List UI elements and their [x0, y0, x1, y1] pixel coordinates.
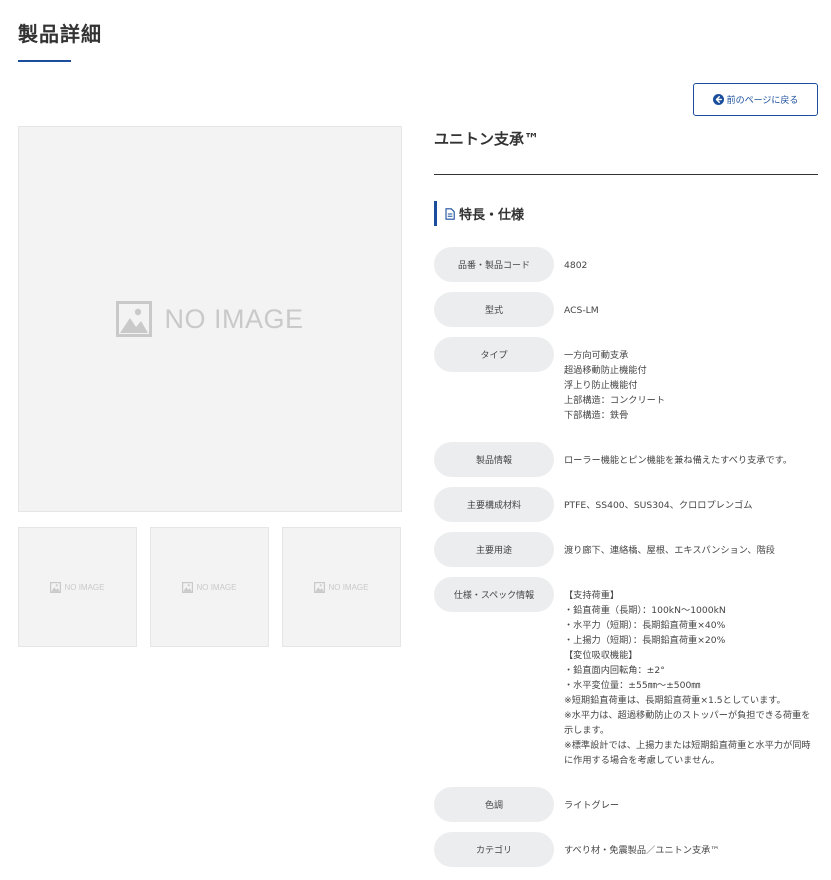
spec-row-model: 型式 ACS-LM: [434, 292, 818, 327]
document-icon: [445, 207, 455, 220]
image-placeholder-icon: [314, 581, 326, 593]
spec-value: 一方向可動支承 超過移動防止機能付 浮上り防止機能付 上部構造：コンクリート 下…: [564, 350, 666, 421]
spec-row-applications: 主要用途 渡り廊下、連絡橋、屋根、エキスパンション、階段: [434, 532, 818, 567]
spec-row-materials: 主要構成材料 PTFE、SS400、SUS304、クロロプレンゴム: [434, 487, 818, 522]
back-button[interactable]: 前のページに戻る: [693, 83, 818, 116]
spec-label: 主要構成材料: [434, 487, 554, 522]
spec-label: タイプ: [434, 337, 554, 372]
spec-value: 【支持荷重】 ・鉛直荷重（長期）：100kN〜1000kN ・水平力（短期）：長…: [564, 590, 811, 766]
spec-row-specifications: 仕様・スペック情報 【支持荷重】 ・鉛直荷重（長期）：100kN〜1000kN …: [434, 577, 818, 768]
spec-row-category: カテゴリ すべり材・免震製品／ユニトン支承™: [434, 832, 818, 867]
spec-value: ローラー機能とピン機能を兼ね備えたすべり支承です。: [564, 455, 793, 466]
spec-row-type: タイプ 一方向可動支承 超過移動防止機能付 浮上り防止機能付 上部構造：コンクリ…: [434, 337, 818, 423]
title-underline: [18, 60, 71, 62]
product-name: ユニトン支承™: [434, 130, 540, 148]
section-heading: 特長・仕様: [434, 201, 524, 226]
no-image-text: NO IMAGE: [328, 582, 369, 592]
no-image-text: NO IMAGE: [64, 582, 105, 592]
spec-value: すべり材・免震製品／ユニトン支承™: [564, 845, 720, 856]
spec-label: 型式: [434, 292, 554, 327]
spec-value: ACS-LM: [564, 305, 599, 316]
circle-arrow-left-icon: [712, 94, 724, 105]
thumbnail-2[interactable]: NO IMAGE: [150, 527, 269, 647]
spec-label: 品番・製品コード: [434, 247, 554, 282]
image-placeholder-icon: [182, 581, 194, 593]
page-title: 製品詳細: [18, 22, 102, 46]
thumbnail-1[interactable]: NO IMAGE: [18, 527, 137, 647]
spec-row-product-info: 製品情報 ローラー機能とピン機能を兼ね備えたすべり支承です。: [434, 442, 818, 477]
spec-value: 4802: [564, 260, 588, 271]
spec-row-product-code: 品番・製品コード 4802: [434, 247, 818, 282]
spec-row-color: 色調 ライトグレー: [434, 787, 818, 822]
spec-label: 主要用途: [434, 532, 554, 567]
spec-label: 製品情報: [434, 442, 554, 477]
thumbnail-3[interactable]: NO IMAGE: [282, 527, 401, 647]
spec-label: カテゴリ: [434, 832, 554, 867]
back-button-label: 前のページに戻る: [726, 95, 799, 105]
spec-value: PTFE、SS400、SUS304、クロロプレンゴム: [564, 500, 753, 511]
main-product-image: NO IMAGE: [18, 126, 402, 512]
spec-value: 渡り廊下、連絡橋、屋根、エキスパンション、階段: [564, 545, 775, 556]
section-heading-label: 特長・仕様: [459, 208, 525, 223]
divider: [434, 174, 818, 175]
spec-value: ライトグレー: [564, 800, 620, 811]
image-placeholder-icon: [116, 301, 153, 337]
spec-label: 色調: [434, 787, 554, 822]
spec-label: 仕様・スペック情報: [434, 577, 554, 612]
image-placeholder-icon: [50, 581, 62, 593]
no-image-text: NO IMAGE: [164, 303, 304, 334]
no-image-text: NO IMAGE: [196, 582, 237, 592]
